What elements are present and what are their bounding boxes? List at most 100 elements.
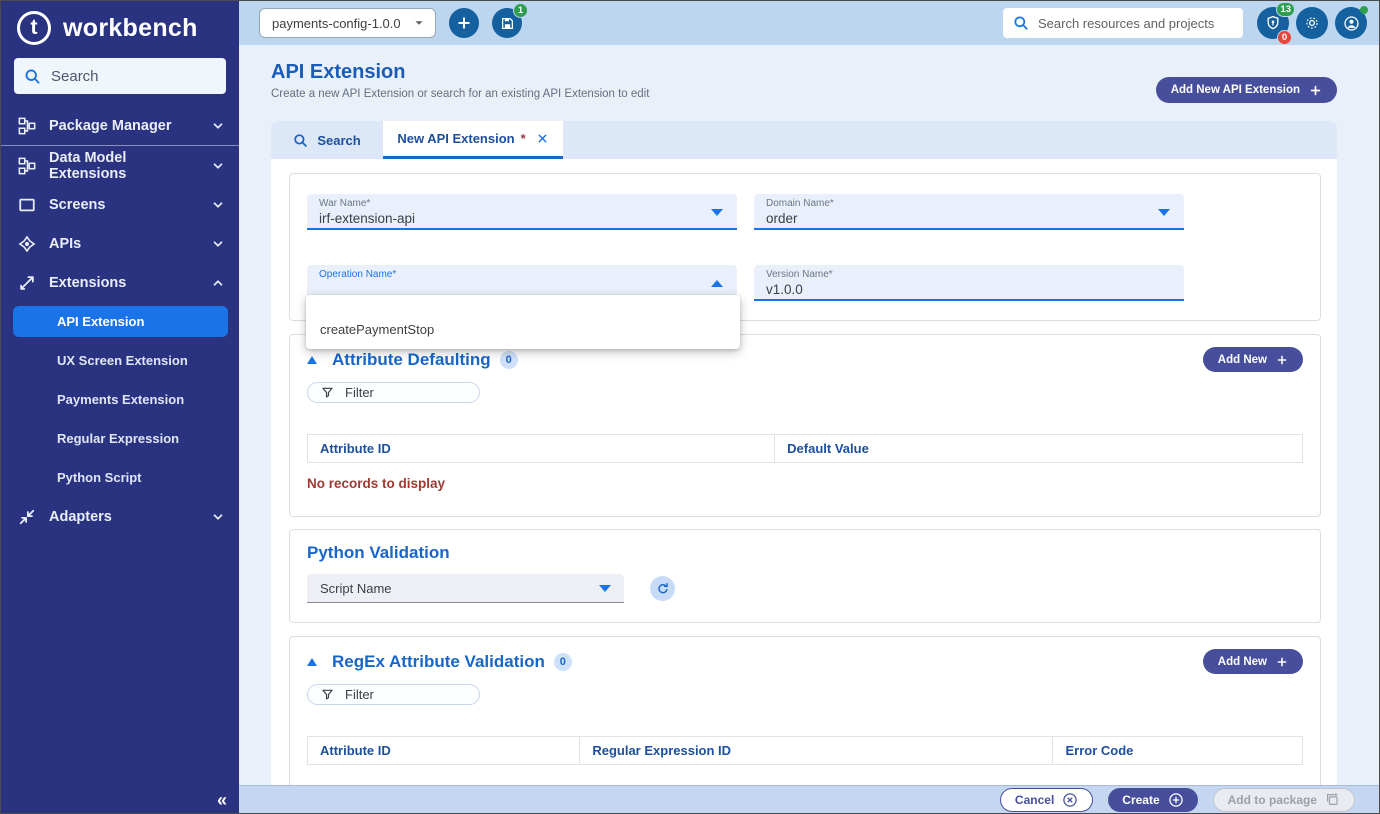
save-badge: 1 [513, 3, 528, 18]
chevron-down-icon [211, 159, 225, 173]
attribute-defaulting-add-new-button[interactable]: Add New [1203, 347, 1303, 372]
package-select[interactable]: payments-config-1.0.0 [259, 8, 436, 38]
regex-validation-title: RegEx Attribute Validation [332, 652, 545, 672]
sidebar: t workbench Package Manager [1, 1, 239, 813]
sidebar-item-adapters[interactable]: Adapters [1, 497, 239, 536]
version-name-label: Version Name* [766, 269, 1172, 280]
python-validation-row: Script Name [307, 574, 1303, 603]
column-header: Attribute ID [308, 737, 580, 764]
column-header: Attribute ID [308, 435, 775, 462]
sidebar-item-ux-screen-extension[interactable]: UX Screen Extension [1, 341, 239, 380]
war-name-select[interactable]: War Name* irf-extension-api [307, 194, 737, 230]
notifications-button[interactable]: 13 0 [1257, 7, 1289, 39]
attribute-defaulting-count-badge: 0 [500, 351, 518, 369]
topbar: payments-config-1.0.0 1 [239, 1, 1379, 45]
sidebar-search[interactable] [14, 58, 226, 94]
settings-button[interactable] [1296, 7, 1328, 39]
plus-icon [1309, 84, 1322, 97]
collapse-triangle-icon[interactable] [307, 356, 317, 364]
global-search[interactable] [1003, 8, 1243, 38]
add-to-package-label: Add to package [1228, 793, 1317, 807]
notifications-count-badge: 13 [1276, 2, 1295, 17]
war-name-label: War Name* [319, 198, 725, 209]
circle-plus-icon [1168, 792, 1184, 808]
close-icon[interactable] [536, 132, 549, 145]
sidebar-item-extensions[interactable]: Extensions [1, 263, 239, 302]
plus-icon [456, 15, 472, 31]
filter-label: Filter [345, 385, 374, 400]
compress-arrows-icon [18, 508, 36, 526]
python-validation-title: Python Validation [307, 543, 1303, 563]
screen-icon [18, 196, 36, 214]
add-new-api-extension-button[interactable]: Add New API Extension [1156, 77, 1337, 103]
war-name-value: irf-extension-api [319, 211, 725, 226]
refresh-scripts-button[interactable] [650, 576, 675, 601]
unsaved-marker: * [521, 131, 526, 146]
regex-validation-filter[interactable]: Filter [307, 684, 480, 705]
script-name-select[interactable]: Script Name [307, 574, 624, 603]
caret-down-icon [599, 585, 611, 592]
filter-label: Filter [345, 687, 374, 702]
regex-validation-header: RegEx Attribute Validation 0 Add New [307, 649, 1303, 674]
add-package-button[interactable] [449, 8, 479, 38]
sidebar-item-label: Screens [49, 197, 105, 213]
tab-content-panel: War Name* irf-extension-api Domain Name*… [271, 159, 1337, 785]
cancel-label: Cancel [1015, 793, 1054, 807]
sidebar-search-input[interactable] [51, 68, 211, 85]
sidebar-subitem-label: API Extension [57, 314, 144, 329]
account-button[interactable] [1335, 7, 1367, 39]
collapse-triangle-icon[interactable] [307, 658, 317, 666]
logo-icon: t [17, 11, 51, 45]
sidebar-collapse-button[interactable]: « [217, 790, 227, 811]
chevron-up-icon [211, 276, 225, 290]
attribute-defaulting-filter[interactable]: Filter [307, 382, 480, 403]
sidebar-item-label: Package Manager [49, 118, 172, 134]
create-label: Create [1122, 793, 1159, 807]
shield-icon [1265, 15, 1281, 31]
caret-down-icon [1158, 209, 1170, 216]
tab-search[interactable]: Search [271, 121, 383, 159]
python-validation-card: Python Validation Script Name [289, 529, 1321, 623]
sidebar-item-api-extension[interactable]: API Extension [13, 306, 228, 337]
attribute-defaulting-table-header: Attribute ID Default Value [307, 434, 1303, 463]
main-content: API Extension Create a new API Extension… [239, 45, 1379, 785]
sidebar-subitem-label: UX Screen Extension [57, 353, 188, 368]
sitemap-icon [18, 157, 36, 175]
chevron-down-icon [211, 510, 225, 524]
cancel-button[interactable]: Cancel [1000, 788, 1093, 812]
chevron-down-icon [211, 198, 225, 212]
sidebar-item-python-script[interactable]: Python Script [1, 458, 239, 497]
tab-new-api-extension[interactable]: New API Extension * [383, 121, 563, 159]
refresh-icon [656, 582, 670, 596]
script-name-label: Script Name [320, 581, 392, 596]
sidebar-subitem-label: Python Script [57, 470, 142, 485]
sitemap-icon [18, 117, 36, 135]
domain-name-select[interactable]: Domain Name* order [754, 194, 1184, 230]
version-name-field[interactable]: Version Name* v1.0.0 [754, 265, 1184, 301]
plus-icon [1276, 354, 1288, 366]
sidebar-item-package-manager[interactable]: Package Manager [1, 106, 239, 145]
app-logo: t workbench [1, 1, 239, 53]
domain-name-label: Domain Name* [766, 198, 1172, 209]
sidebar-item-screens[interactable]: Screens [1, 185, 239, 224]
add-new-label: Add New [1218, 656, 1267, 668]
gear-icon [1304, 15, 1320, 31]
sidebar-subitem-label: Payments Extension [57, 392, 184, 407]
search-icon [1013, 15, 1029, 31]
sidebar-item-data-model-extensions[interactable]: Data Model Extensions [1, 146, 239, 185]
chevron-down-icon [211, 119, 225, 133]
create-button[interactable]: Create [1108, 788, 1197, 812]
sidebar-item-regular-expression[interactable]: Regular Expression [1, 419, 239, 458]
add-to-package-button[interactable]: Add to package [1213, 788, 1355, 812]
page-header: API Extension Create a new API Extension… [271, 61, 1337, 100]
regex-validation-add-new-button[interactable]: Add New [1203, 649, 1303, 674]
dropdown-option[interactable]: createPaymentStop [306, 322, 740, 349]
sidebar-item-label: Adapters [49, 509, 112, 525]
package-select-value: payments-config-1.0.0 [272, 16, 401, 31]
sidebar-item-payments-extension[interactable]: Payments Extension [1, 380, 239, 419]
tab-active-label: New API Extension [397, 131, 514, 146]
sidebar-item-apis[interactable]: APIs [1, 224, 239, 263]
save-package-button[interactable]: 1 [492, 8, 522, 38]
regex-validation-table-header: Attribute ID Regular Expression ID Error… [307, 736, 1303, 765]
global-search-input[interactable] [1038, 16, 1233, 31]
